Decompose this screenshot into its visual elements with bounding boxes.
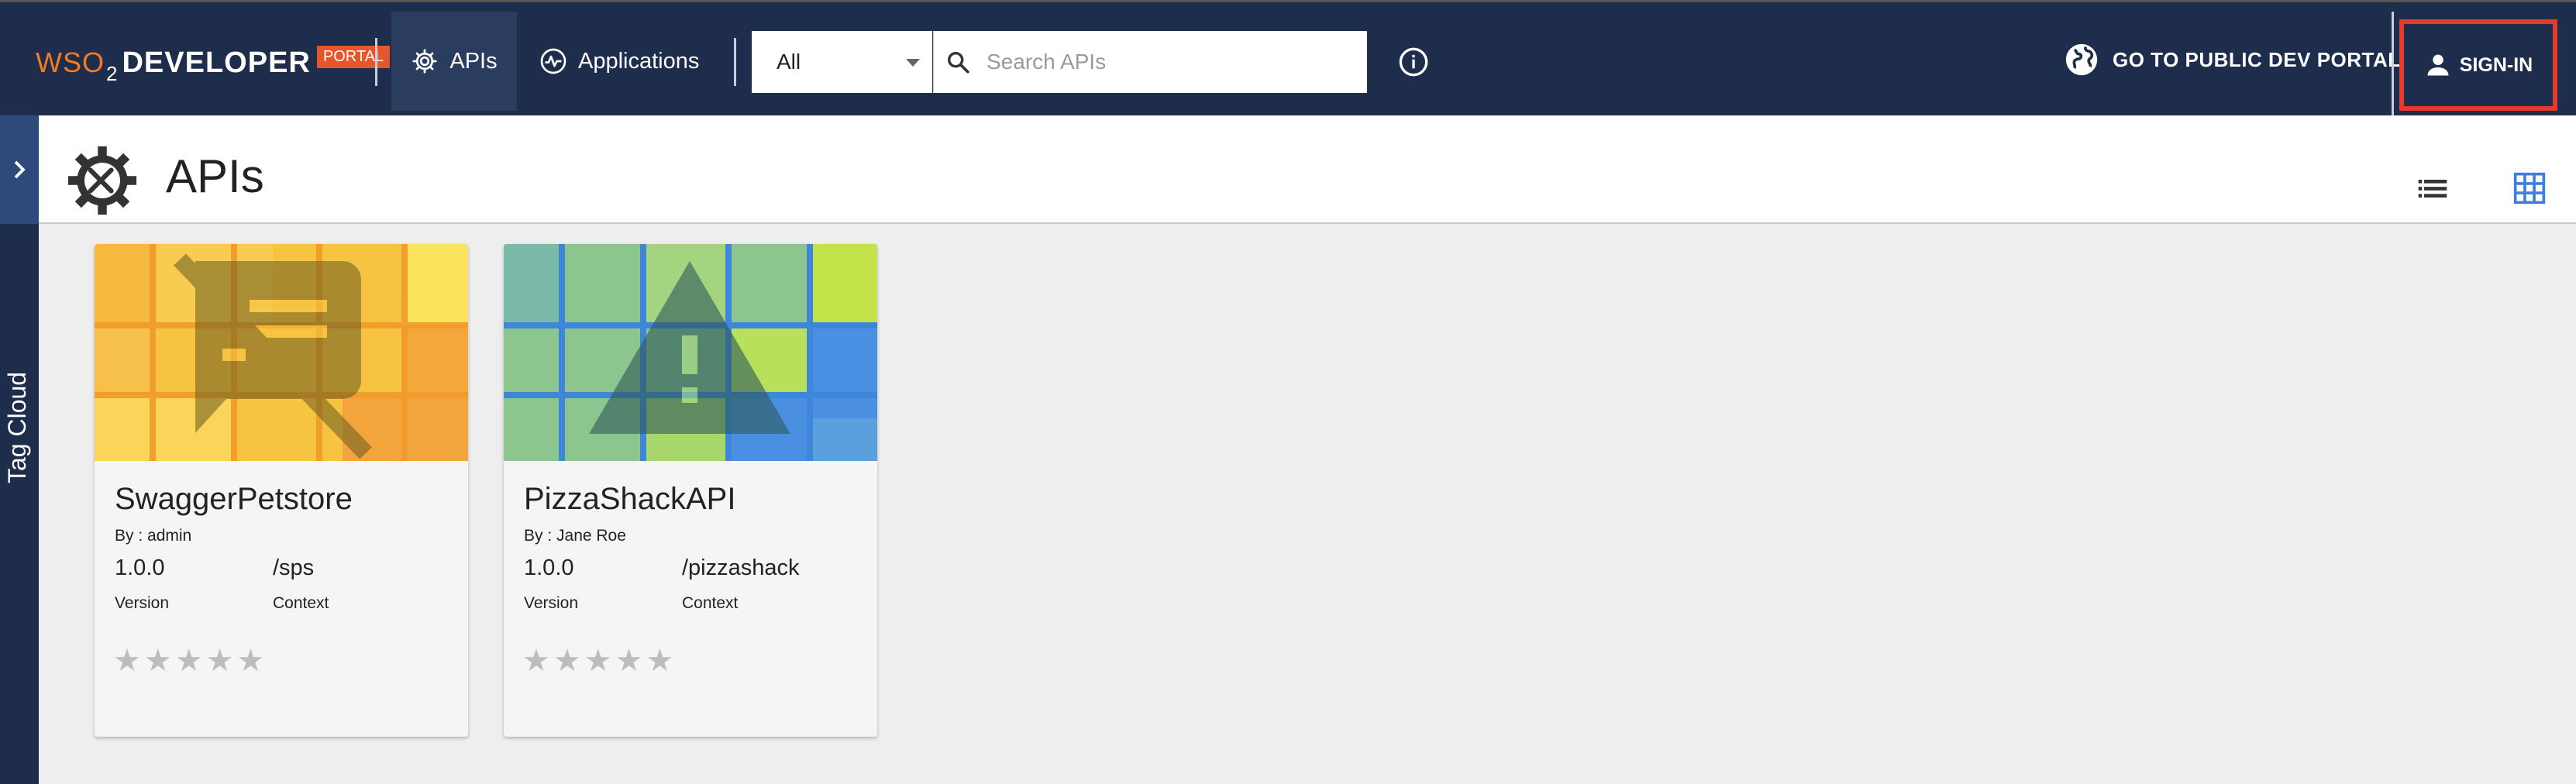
chevron-right-icon [14, 160, 26, 179]
expand-sidebar-button[interactable] [0, 115, 39, 224]
api-context: /pizzashack [682, 555, 800, 580]
left-sidebar: Tag Cloud [0, 115, 39, 784]
logo-wso: WSO [36, 46, 105, 78]
search-input[interactable] [985, 49, 1329, 75]
version-label: Version [524, 594, 579, 612]
public-portal-label: GO TO PUBLIC DEV PORTAL [2113, 47, 2401, 71]
context-label: Context [273, 594, 329, 612]
sign-in-button[interactable]: SIGN-IN [2399, 19, 2557, 111]
page-title: APIs [166, 150, 264, 202]
star-icon[interactable]: ★ [584, 645, 612, 676]
api-author: By : admin [115, 527, 192, 545]
caret-down-icon [906, 59, 920, 67]
search-filter-value: All [777, 50, 801, 74]
go-to-public-dev-portal-link[interactable]: GO TO PUBLIC DEV PORTAL [2065, 43, 2401, 77]
api-name[interactable]: PizzaShackAPI [524, 482, 735, 517]
search-icon [947, 51, 969, 74]
info-icon[interactable] [1398, 46, 1429, 77]
grid-view-icon[interactable] [2512, 171, 2547, 205]
star-icon[interactable]: ★ [615, 645, 643, 676]
divider [734, 38, 736, 86]
api-thumbnail-image [504, 244, 877, 461]
api-context: /sps [273, 555, 315, 580]
search-box [933, 31, 1367, 93]
nav-applications-label: Applications [578, 48, 700, 74]
logo-two: 2 [106, 61, 118, 85]
api-name[interactable]: SwaggerPetstore [115, 482, 353, 517]
api-card[interactable]: PizzaShackAPI By : Jane Roe 1.0.0 /pizza… [504, 244, 877, 737]
tag-cloud-toggle[interactable]: Tag Cloud [3, 372, 32, 483]
star-icon[interactable]: ★ [175, 645, 203, 676]
sign-in-label: SIGN-IN [2459, 53, 2533, 76]
nav-apis[interactable]: APIs [391, 12, 517, 111]
star-icon[interactable]: ★ [236, 645, 264, 676]
star-icon[interactable]: ★ [646, 645, 673, 676]
star-icon[interactable]: ★ [113, 645, 141, 676]
nav-applications[interactable]: Applications [539, 12, 699, 111]
logo-developer: DEVELOPER [122, 46, 311, 79]
wso2-developer-portal-logo[interactable]: WSO 2 DEVELOPER PORTAL [36, 40, 391, 86]
api-card[interactable]: SwaggerPetstore By : admin 1.0.0 /sps Ve… [95, 244, 468, 737]
logo-portal-badge: PORTAL [316, 45, 391, 68]
top-app-bar: WSO 2 DEVELOPER PORTAL APIs Applications… [0, 0, 2576, 118]
star-icon[interactable]: ★ [522, 645, 550, 676]
api-version: 1.0.0 [115, 555, 165, 580]
context-label: Context [682, 594, 739, 612]
nav-apis-label: APIs [449, 48, 498, 74]
star-icon[interactable]: ★ [206, 645, 234, 676]
api-thumbnail-image [95, 244, 468, 461]
person-icon [2427, 54, 2449, 76]
divider [375, 38, 377, 86]
api-author: By : Jane Roe [524, 527, 626, 545]
list-view-icon[interactable] [2416, 171, 2450, 205]
page-header: APIs [39, 115, 2576, 224]
api-version: 1.0.0 [524, 555, 574, 580]
gear-icon [412, 49, 437, 74]
divider [2392, 12, 2394, 118]
globe-icon [2065, 43, 2098, 76]
star-icon[interactable]: ★ [144, 645, 172, 676]
activity-icon [540, 48, 567, 74]
search-filter-select[interactable]: All [752, 31, 932, 93]
apis-gear-icon [67, 146, 137, 215]
rating-stars[interactable]: ★ ★ ★ ★ ★ [113, 645, 264, 676]
rating-stars[interactable]: ★ ★ ★ ★ ★ [522, 645, 673, 676]
version-label: Version [115, 594, 170, 612]
star-icon[interactable]: ★ [553, 645, 581, 676]
